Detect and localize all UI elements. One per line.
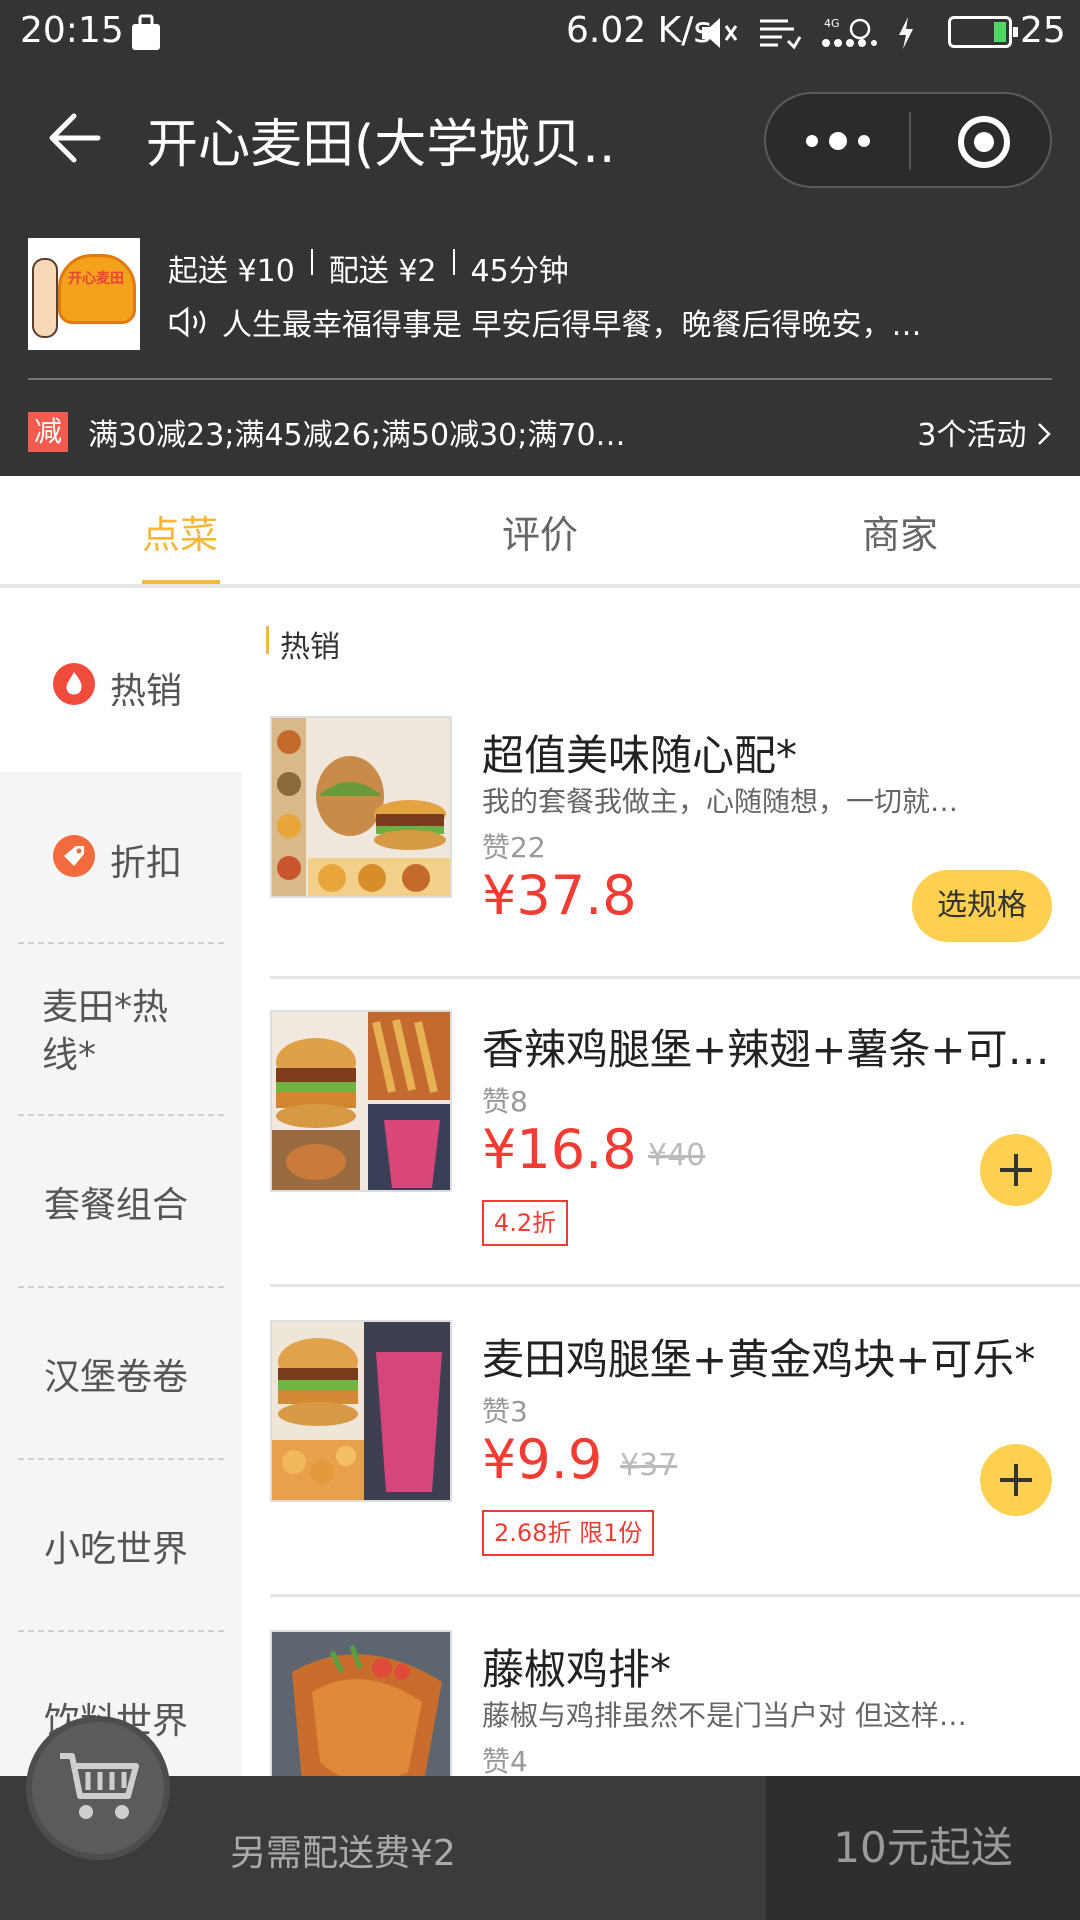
menu-item[interactable]: 麦田鸡腿堡+黄金鸡块+可乐* 赞3 ¥9.9 ¥37 2.68折 限1份 [270,1320,1080,1580]
capsule-divider [909,112,911,170]
menu-item[interactable]: 藤椒鸡排* 藤椒与鸡排虽然不是门当户对 但这样… 赞4 [270,1630,1080,1776]
discount-tag: 2.68折 限1份 [482,1510,655,1556]
cart-button[interactable] [26,1716,170,1860]
shop-notice: 人生最幸福得事是 早安后得早餐，晚餐后得晚安，… [168,300,922,344]
notification-list-icon [760,19,802,50]
category-hotline[interactable]: 麦田*热 线* [0,944,242,1114]
min-order: 起送 ¥10 [168,254,295,289]
status-icons: 4G [700,10,916,56]
tab-bar: 点菜 评价 商家 [0,476,1080,588]
mute-icon [702,18,738,48]
tab-merchant[interactable]: 商家 [862,504,938,559]
food-image [270,1010,452,1192]
delivery-fee: 配送 ¥2 [328,254,437,289]
item-likes: 赞4 [482,1745,528,1776]
item-likes: 赞3 [482,1395,528,1428]
shopping-cart-icon [60,1753,139,1819]
discount-tag: 4.2折 [482,1200,569,1246]
svg-text:4G: 4G [824,17,840,30]
category-hot[interactable]: 热销 [0,598,242,772]
shop-delivery-info: 起送 ¥10 配送 ¥2 45分钟 [168,246,569,290]
nav-bar: 开心麦田(大学城贝.. [0,80,1080,200]
category-sidebar: 热销 折扣 麦田*热 线* 套餐组合 汉堡卷卷 小吃世界 饮料世界 [0,598,242,1776]
item-original-price: ¥40 [648,1138,706,1173]
tag-icon [53,835,95,877]
divider [28,378,1052,380]
promo-bar[interactable]: 减 满30减23;满45减26;满50减30;满70… 3个活动 [28,408,1052,454]
network-speed: 6.02 K/s [566,10,713,51]
food-image [270,1630,452,1776]
item-name: 超值美味随心配* [482,731,798,780]
charging-icon [899,17,913,49]
category-discount[interactable]: 折扣 [0,772,242,942]
item-name: 香辣鸡腿堡+辣翅+薯条+可… [482,1025,1050,1074]
min-order-button[interactable]: 10元起送 [766,1776,1080,1920]
status-bar: 20:15 6.02 K/s 4G 25 [0,0,1080,66]
page-title: 开心麦田(大学城贝.. [146,115,616,175]
delivery-time: 45分钟 [470,254,569,289]
more-dots-icon[interactable] [806,128,870,154]
item-name: 藤椒鸡排* [482,1645,672,1694]
add-to-cart-button[interactable] [980,1134,1052,1206]
category-snacks[interactable]: 小吃世界 [0,1460,242,1630]
item-original-price: ¥37 [620,1448,678,1483]
menu-item[interactable]: 香辣鸡腿堡+辣翅+薯条+可… 赞8 ¥16.8 ¥40 4.2折 [270,1010,1080,1270]
add-to-cart-button[interactable] [980,1444,1052,1516]
category-combo[interactable]: 套餐组合 [0,1116,242,1286]
tab-reviews[interactable]: 评价 [502,504,578,559]
discount-badge: 减 [28,412,68,452]
tab-active-indicator [142,580,220,584]
fire-icon [53,663,95,705]
promo-text: 满30减23;满45减26;满50减30;满70… [88,418,626,453]
food-image [270,1320,452,1502]
activities-link[interactable]: 3个活动 [917,410,1052,454]
menu-item[interactable]: 超值美味随心配* 我的套餐我做主，心随随想，一切就… 赞22 ¥37.8 选规格 [270,716,1080,956]
header-area: 20:15 6.02 K/s 4G 25 开心麦田(大学城贝.. 开心麦田 起送… [0,0,1080,476]
battery-level: 25 [1020,10,1066,51]
battery-icon [948,16,1018,48]
item-price: ¥16.8 [482,1118,637,1181]
target-circle-icon[interactable] [958,116,1010,168]
item-likes: 赞8 [482,1085,528,1118]
item-name: 麦田鸡腿堡+黄金鸡块+可乐* [482,1335,1036,1384]
arrow-left-icon[interactable] [44,108,104,168]
item-description: 我的套餐我做主，心随随想，一切就… [482,785,959,818]
tab-order[interactable]: 点菜 [142,504,218,559]
mini-program-capsule [764,92,1052,188]
status-time: 20:15 [20,10,124,51]
item-price: ¥9.9 [482,1428,603,1491]
chevron-right-icon [1038,423,1051,445]
item-description: 藤椒与鸡排虽然不是门当户对 但这样… [482,1699,967,1732]
item-likes: 赞22 [482,831,546,864]
shop-logo: 开心麦田 [28,238,140,350]
food-image [270,716,452,898]
category-burger-wraps[interactable]: 汉堡卷卷 [0,1288,242,1458]
shop-summary: 开心麦田 起送 ¥10 配送 ¥2 45分钟 人生最幸福得事是 早安后得早餐，晚… [28,238,1068,350]
select-spec-button[interactable]: 选规格 [912,870,1052,942]
briefcase-icon [132,14,160,50]
notice-text: 人生最幸福得事是 早安后得早餐，晚餐后得晚安，… [222,308,922,343]
delivery-fee-note: 另需配送费¥2 [230,1833,456,1874]
speaker-icon [169,306,206,338]
item-price: ¥37.8 [482,864,637,927]
signal-4g-icon: 4G [822,17,877,47]
